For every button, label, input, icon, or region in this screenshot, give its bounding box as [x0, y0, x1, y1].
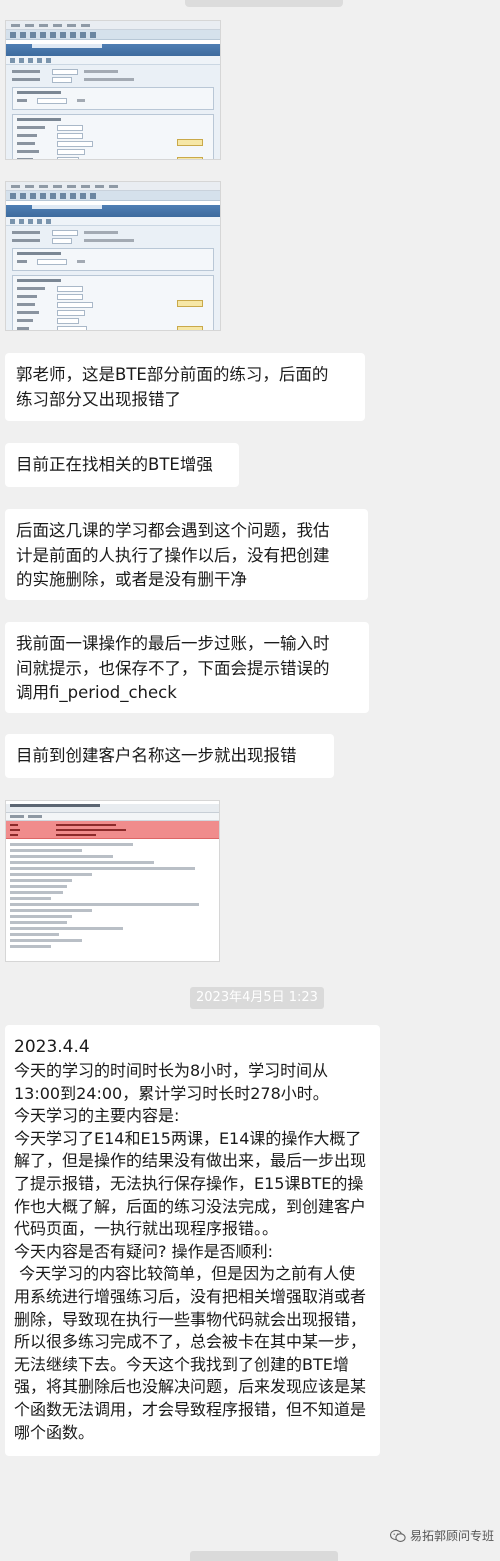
study-log-bubble[interactable]: 2023.4.4 今天的学习的时间时长为8小时，学习时间从13:00到24:00…: [5, 1025, 380, 1457]
timestamp-label: 2023年4月5日 1:23: [190, 987, 324, 1009]
chat-bubble[interactable]: 郭老师，这是BTE部分前面的练习，后面的 练习部分又出现报错了: [5, 353, 365, 421]
log-paragraph: 今天内容是否有疑问? 操作是否顺利:: [14, 1241, 273, 1261]
sap-screenshot-image-1[interactable]: [5, 20, 221, 160]
chat-bubble[interactable]: 目前正在找相关的BTE增强: [5, 443, 239, 487]
log-paragraph: 今天的学习的时间时长为8小时，学习时间从13:00到24:00，累计学习时长时2…: [14, 1061, 329, 1103]
chat-bubble[interactable]: 我前面一课操作的最后一步过账，一输入时 间就提示，也保存不了，下面会提示错误的 …: [5, 622, 369, 713]
watermark-text: 易拓郭顾问专班: [409, 1529, 494, 1543]
log-paragraph: 今天学习的主要内容是:: [14, 1106, 180, 1126]
runtime-error-screenshot-image[interactable]: [5, 800, 220, 962]
channel-watermark: 易拓郭顾问专班: [389, 1527, 494, 1545]
next-timestamp-edge: [190, 1551, 338, 1561]
log-paragraph: 今天学习了E14和E15两课，E14课的操作大概了解了，但是操作的结果没有做出来…: [14, 1128, 367, 1239]
previous-message-edge: [185, 0, 343, 7]
log-date: 2023.4.4: [14, 1037, 90, 1057]
sap-screenshot-image-2[interactable]: [5, 181, 221, 331]
wechat-channel-icon: [389, 1529, 406, 1543]
chat-bubble[interactable]: 目前到创建客户名称这一步就出现报错: [5, 734, 334, 778]
chat-bubble[interactable]: 后面这几课的学习都会遇到这个问题，我估 计是前面的人执行了操作以后，没有把创建 …: [5, 509, 368, 600]
log-paragraph: 今天学习的内容比较简单，但是因为之前有人使用系统进行增强练习后，没有把相关增强取…: [14, 1264, 367, 1442]
